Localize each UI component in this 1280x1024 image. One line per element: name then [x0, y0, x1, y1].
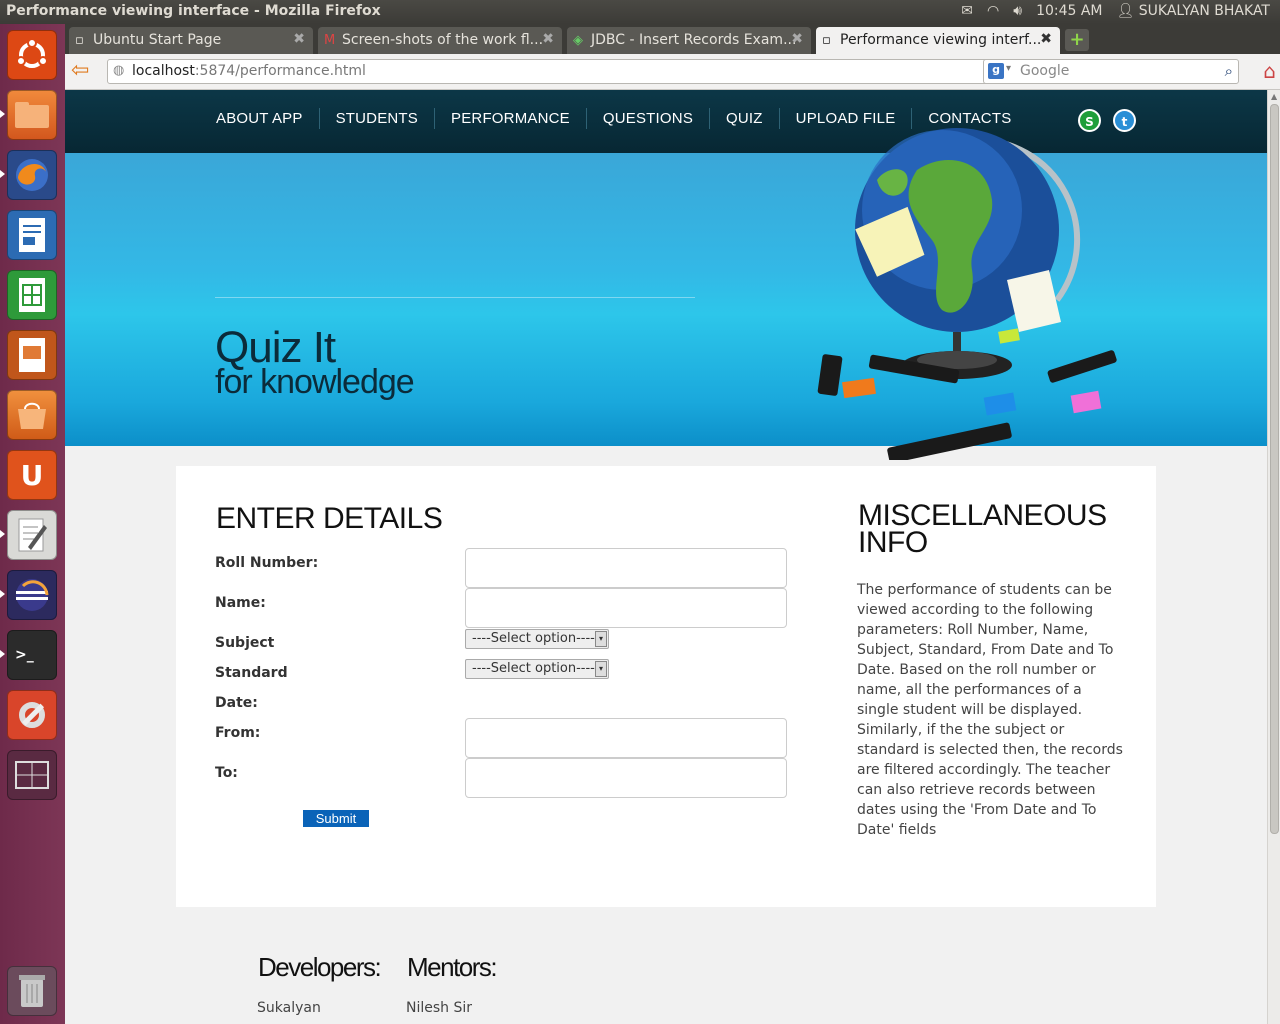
page-icon: ▫ — [822, 33, 831, 48]
user-icon: 👤︎ — [1116, 3, 1139, 19]
running-indicator — [0, 530, 5, 538]
from-date-input[interactable] — [465, 718, 787, 758]
close-tab-icon[interactable]: ✖ — [1040, 31, 1052, 47]
chevron-down-icon[interactable]: ▾ — [1006, 63, 1011, 74]
software-center-icon[interactable] — [7, 390, 57, 440]
menu-about-app[interactable]: ABOUT APP — [200, 108, 320, 129]
gmail-icon: M — [324, 33, 336, 48]
search-icon[interactable]: ⌕ — [1225, 62, 1233, 80]
user-menu[interactable]: 👤︎ SUKALYAN BHAKAT — [1117, 3, 1270, 19]
ubuntu-logo-icon[interactable] — [7, 30, 57, 80]
roll-number-label: Roll Number: — [215, 555, 319, 571]
back-arrow-icon[interactable]: ⇦ — [71, 60, 97, 84]
roll-number-input[interactable] — [465, 548, 787, 588]
page-scrollbar[interactable]: ▲ — [1267, 90, 1280, 1024]
scroll-up-icon[interactable]: ▲ — [1271, 92, 1277, 101]
banner-divider — [215, 297, 695, 298]
url-host: localhost — [132, 63, 195, 79]
clock[interactable]: 10:45 AM — [1036, 3, 1102, 19]
running-indicator — [0, 590, 5, 598]
nav-bar: ⇦ ◍ localhost:5874/performance.html ☆ ▾ … — [65, 54, 1280, 90]
workspace-switcher-icon[interactable] — [7, 750, 57, 800]
running-indicator — [0, 650, 5, 658]
from-label: From: — [215, 725, 261, 741]
subject-select-value: ----Select option---- — [472, 631, 595, 646]
developers-name: Sukalyan — [257, 1000, 321, 1016]
running-indicator — [0, 170, 5, 178]
system-settings-icon[interactable] — [7, 690, 57, 740]
misc-heading: MISCELLANEOUS INFO — [858, 499, 1107, 559]
calc-icon[interactable] — [7, 270, 57, 320]
mentors-heading: Mentors: — [407, 952, 498, 982]
tab-label: Screen-shots of the work fl... — [342, 32, 544, 48]
scrollbar-thumb[interactable] — [1270, 104, 1279, 834]
close-tab-icon[interactable]: ✖ — [542, 31, 554, 47]
launcher: U >_ — [0, 24, 65, 1024]
tab-screenshots[interactable]: M Screen-shots of the work fl... ✖ — [318, 27, 562, 54]
files-icon[interactable] — [7, 90, 57, 140]
subject-select[interactable]: ----Select option---- ▾ — [465, 629, 609, 649]
banner-subtitle: for knowledge — [215, 363, 415, 401]
google-icon[interactable]: g — [988, 63, 1004, 79]
subject-label: Subject — [215, 635, 275, 651]
name-input[interactable] — [465, 588, 787, 628]
standard-label: Standard — [215, 665, 288, 681]
terminal-icon[interactable]: >_ — [7, 630, 57, 680]
impress-icon[interactable] — [7, 330, 57, 380]
misc-description: The performance of students can be viewe… — [857, 582, 1123, 838]
close-tab-icon[interactable]: ✖ — [293, 31, 305, 47]
url-bar[interactable]: ◍ localhost:5874/performance.html ☆ ▾ ↻ — [107, 59, 1039, 84]
tab-bar: ▫ Ubuntu Start Page ✖ M Screen-shots of … — [65, 24, 1280, 54]
close-tab-icon[interactable]: ✖ — [791, 31, 803, 47]
tab-label: Ubuntu Start Page — [93, 32, 222, 48]
web-page: ABOUT APP STUDENTS PERFORMANCE QUESTIONS… — [65, 90, 1267, 1024]
wifi-icon[interactable]: ◠ — [987, 3, 999, 19]
submit-button[interactable]: Submit — [303, 810, 369, 827]
system-tray: ✉ ◠ 🔊︎ 10:45 AM 👤︎ SUKALYAN BHAKAT — [961, 3, 1270, 19]
window-title: Performance viewing interface - Mozilla … — [6, 3, 381, 19]
chevron-down-icon: ▾ — [595, 661, 607, 677]
mentors-name: Nilesh Sir — [406, 1000, 473, 1016]
date-label: Date: — [215, 695, 258, 711]
chevron-down-icon: ▾ — [595, 631, 607, 647]
page-icon: ▫ — [75, 33, 84, 48]
to-date-input[interactable] — [465, 758, 787, 798]
firefox-icon[interactable] — [7, 150, 57, 200]
form-heading: ENTER DETAILS — [216, 502, 443, 535]
text-editor-icon[interactable] — [7, 510, 57, 560]
search-placeholder: Google — [1020, 63, 1070, 79]
mail-icon[interactable]: ✉ — [961, 3, 973, 19]
standard-select-value: ----Select option---- — [472, 661, 595, 676]
main-content: ENTER DETAILS Roll Number: Name: Subject… — [176, 466, 1156, 907]
search-box[interactable]: g ▾ Google ⌕ — [983, 59, 1239, 84]
new-tab-button[interactable]: + — [1065, 29, 1089, 51]
running-indicator — [0, 110, 5, 118]
menu-questions[interactable]: QUESTIONS — [587, 108, 711, 129]
volume-icon[interactable]: 🔊︎ — [1013, 3, 1022, 19]
menu-performance[interactable]: PERFORMANCE — [435, 108, 587, 129]
home-icon[interactable]: ⌂ — [1263, 59, 1276, 83]
menu-quiz[interactable]: QUIZ — [710, 108, 780, 129]
tab-label: JDBC - Insert Records Exam... — [591, 32, 797, 48]
writer-icon[interactable] — [7, 210, 57, 260]
trash-icon[interactable] — [7, 966, 57, 1016]
tab-performance[interactable]: ▫ Performance viewing interf... ✖ — [816, 27, 1060, 54]
tab-jdbc[interactable]: ◈ JDBC - Insert Records Exam... ✖ — [567, 27, 811, 54]
tab-ubuntu-start[interactable]: ▫ Ubuntu Start Page ✖ — [69, 27, 313, 54]
menu-students[interactable]: STUDENTS — [320, 108, 435, 129]
to-label: To: — [215, 765, 238, 781]
developers-heading: Developers: — [258, 952, 382, 982]
tab-label: Performance viewing interf... — [840, 32, 1042, 48]
standard-select[interactable]: ----Select option---- ▾ — [465, 659, 609, 679]
ubuntu-one-icon[interactable]: U — [7, 450, 57, 500]
top-panel: Performance viewing interface - Mozilla … — [0, 0, 1280, 24]
eclipse-icon[interactable] — [7, 570, 57, 620]
name-label: Name: — [215, 595, 266, 611]
globe-illustration — [817, 128, 1117, 460]
jdbc-icon: ◈ — [573, 33, 583, 48]
user-name: SUKALYAN BHAKAT — [1138, 3, 1270, 19]
url-path: :5874/performance.html — [194, 63, 366, 79]
globe-icon: ◍ — [113, 63, 125, 78]
